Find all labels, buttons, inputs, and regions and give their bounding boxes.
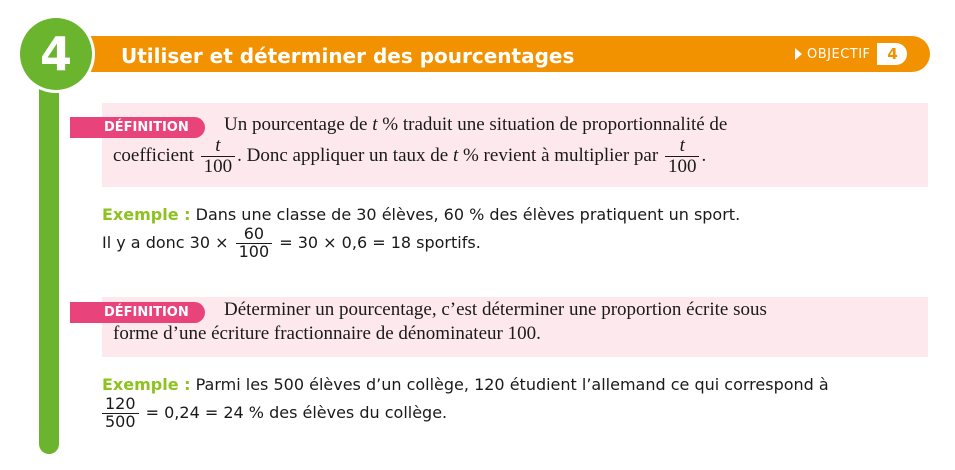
fraction-t-over-100: t 100 — [664, 136, 700, 177]
definition-2-line-1: Déterminer un pourcentage, c’est détermi… — [224, 299, 767, 320]
left-accent-bar — [39, 82, 59, 454]
section-number-badge: 4 — [20, 18, 92, 90]
example-2-line-1: Exemple : Parmi les 500 élèves d’un coll… — [102, 375, 829, 394]
example-1-line-2: Il y a donc 30 × 60 100 = 30 × 0,6 = 18 s… — [102, 224, 481, 261]
section-title: Utiliser et déterminer des pourcentages — [121, 44, 575, 68]
objectif-badge: OBJECTIF 4 — [795, 42, 907, 66]
definition-tag-2: DÉFINITION — [70, 302, 205, 323]
definition-1-line-2: coefficient t 100. Donc appliquer un taux… — [113, 135, 707, 177]
definition-2-line-2: forme d’une écriture fractionnaire de dé… — [113, 323, 541, 344]
fraction-60-over-100: 60 100 — [235, 225, 273, 261]
definition-tag-1: DÉFINITION — [70, 117, 205, 138]
objectif-number: 4 — [876, 43, 907, 65]
definition-1-line-1: Un pourcentage de t % traduit une situat… — [224, 114, 728, 135]
fraction-t-over-100: t 100 — [200, 136, 236, 177]
triangle-right-icon — [795, 48, 802, 60]
example-2-line-2: 120 500 = 0,24 = 24 % des élèves du collè… — [102, 395, 447, 431]
example-1-line-1: Exemple : Dans une classe de 30 élèves, … — [102, 205, 741, 224]
fraction-120-over-500: 120 500 — [102, 395, 139, 431]
objectif-label: OBJECTIF — [807, 46, 871, 62]
